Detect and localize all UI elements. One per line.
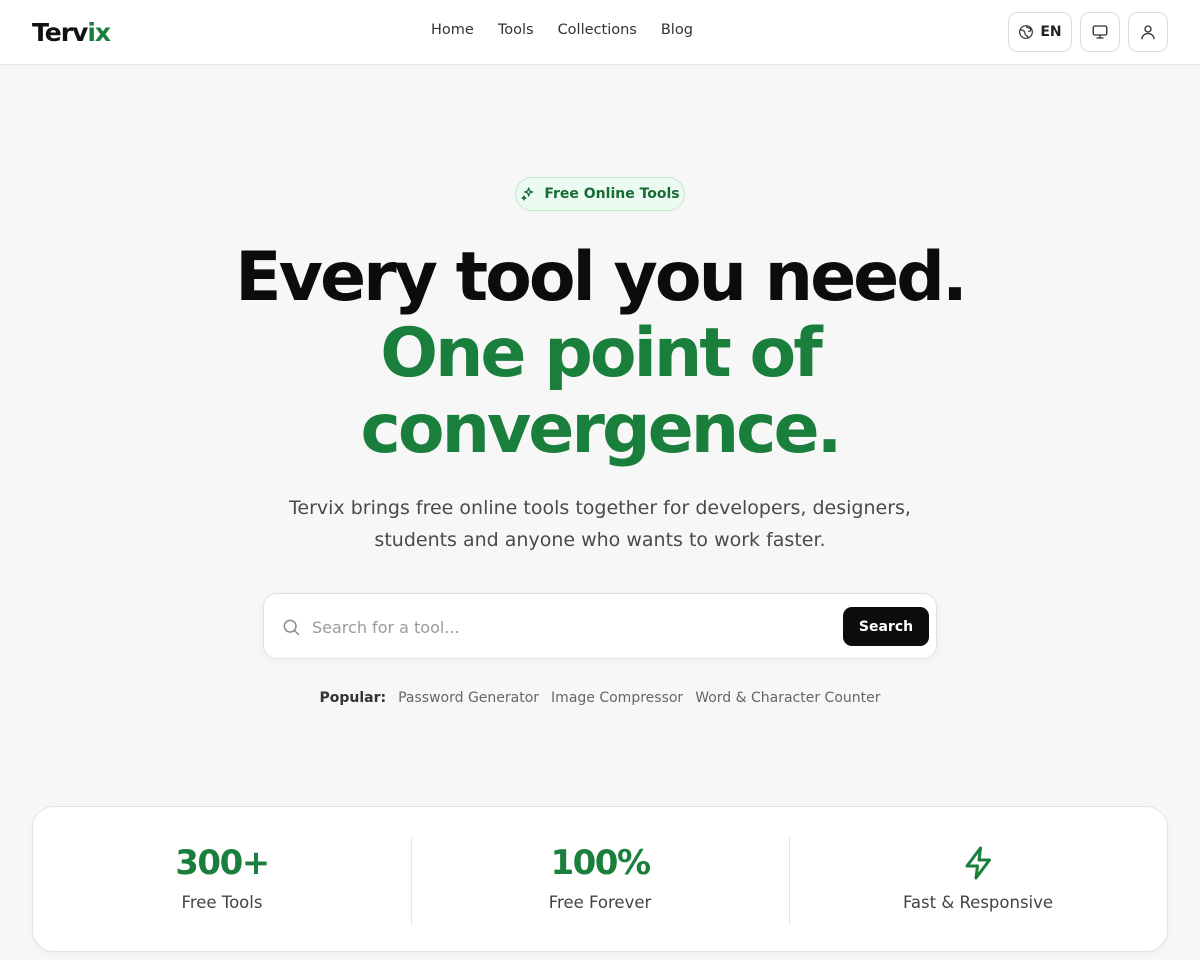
stat-value: 100% (550, 843, 651, 883)
logo[interactable]: Tervix (32, 18, 111, 47)
search-button[interactable]: Search (843, 607, 929, 646)
stat-value: 300+ (175, 843, 270, 883)
display-mode-button[interactable] (1080, 12, 1120, 52)
popular-link-password-generator[interactable]: Password Generator (398, 690, 539, 706)
hero-subtitle: Tervix brings free online tools together… (250, 492, 950, 556)
nav-link-blog[interactable]: Blog (661, 22, 693, 38)
monitor-icon (1092, 25, 1108, 39)
hero-subtitle-line-1: Tervix brings free online tools together… (289, 497, 911, 519)
hero-title-line-3: convergence. (360, 390, 843, 469)
user-icon (1141, 25, 1155, 40)
logo-accent-text: ix (87, 18, 111, 47)
main-nav: Home Tools Collections Blog (431, 22, 717, 38)
nav-link-collections[interactable]: Collections (558, 22, 637, 38)
popular-link-image-compressor[interactable]: Image Compressor (551, 690, 683, 706)
top-navigation-bar: Tervix Home Tools Collections Blog EN (0, 0, 1200, 65)
language-selector-button[interactable]: EN (1008, 12, 1072, 52)
popular-tools: Popular: Password Generator Image Compre… (0, 690, 1200, 706)
logo-text: Terv (32, 18, 88, 47)
language-code: EN (1040, 24, 1062, 40)
nav-link-home[interactable]: Home (431, 22, 474, 38)
globe-icon (1019, 25, 1034, 39)
user-account-button[interactable] (1128, 12, 1168, 52)
badge-label: Free Online Tools (544, 186, 680, 202)
tool-search-box: Search (263, 593, 937, 659)
stat-label: Fast & Responsive (902, 893, 1054, 912)
hero-title: Every tool you need. One point of conver… (0, 240, 1200, 468)
sparkles-icon (521, 187, 534, 201)
stat-free-forever: 100% Free Forever (411, 807, 789, 953)
hero-title-line-1: Every tool you need. (235, 238, 968, 317)
nav-link-tools[interactable]: Tools (498, 22, 534, 38)
free-online-tools-badge: Free Online Tools (515, 177, 685, 211)
search-input[interactable] (312, 610, 832, 644)
stat-fast-responsive: Fast & Responsive (789, 807, 1167, 953)
search-icon (283, 619, 300, 636)
stat-label: Free Tools (181, 893, 263, 912)
stat-label: Free Forever (548, 893, 652, 912)
stat-free-tools: 300+ Free Tools (33, 807, 411, 953)
hero-subtitle-line-2: students and anyone who wants to work fa… (374, 529, 826, 551)
stats-card: 300+ Free Tools 100% Free Forever Fast &… (32, 806, 1168, 952)
popular-label: Popular: (319, 690, 387, 706)
lightning-icon (965, 846, 991, 880)
hero-title-line-2: One point of (380, 314, 823, 393)
popular-link-word-character-counter[interactable]: Word & Character Counter (695, 690, 880, 706)
